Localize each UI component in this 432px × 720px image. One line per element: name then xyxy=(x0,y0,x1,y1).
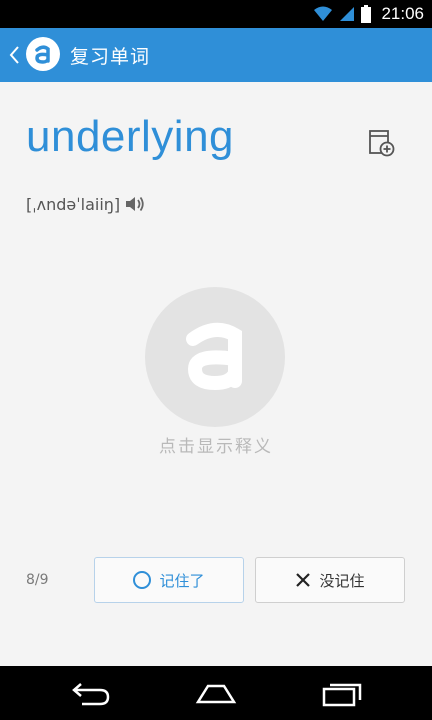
reveal-meaning-button[interactable] xyxy=(145,287,285,427)
remembered-label: 记住了 xyxy=(159,571,205,590)
home-nav-icon[interactable] xyxy=(194,680,238,708)
status-icons: 21:06 xyxy=(313,3,424,25)
status-bar: 21:06 xyxy=(0,0,432,28)
phonetic-row: [ˌʌndəˈlaiiŋ] xyxy=(26,194,146,214)
app-logo[interactable] xyxy=(26,37,60,71)
ring-icon xyxy=(133,571,152,589)
forgot-button[interactable]: 没记住 xyxy=(255,557,405,603)
letter-a-icon xyxy=(186,322,242,391)
app-bar: 复习单词 xyxy=(0,28,432,82)
review-words-screen: 21:06 复习单词 underlying [ˌʌndəˈlaiiŋ] 点击显示… xyxy=(0,0,432,720)
close-icon xyxy=(296,573,311,587)
letter-a-logo-icon xyxy=(35,45,50,64)
reveal-hint[interactable]: 点击显示释义 xyxy=(0,432,432,457)
wifi-icon xyxy=(314,6,333,21)
forgot-label: 没记住 xyxy=(319,571,365,590)
navigation-bar xyxy=(0,666,432,720)
back-nav-icon[interactable] xyxy=(68,680,112,708)
word-text: underlying xyxy=(26,112,235,161)
status-time: 21:06 xyxy=(381,4,424,23)
remembered-button[interactable]: 记住了 xyxy=(94,557,244,603)
battery-icon xyxy=(361,5,372,23)
signal-icon xyxy=(340,7,355,21)
recent-apps-nav-icon[interactable] xyxy=(320,680,364,708)
progress-counter: 8/9 xyxy=(26,572,49,588)
page-title: 复习单词 xyxy=(70,46,151,68)
notebook-add-icon[interactable] xyxy=(367,128,397,158)
chevron-left-icon[interactable] xyxy=(8,45,20,65)
phonetic-text: [ˌʌndəˈlaiiŋ] xyxy=(26,194,121,214)
speaker-icon[interactable] xyxy=(124,194,146,214)
